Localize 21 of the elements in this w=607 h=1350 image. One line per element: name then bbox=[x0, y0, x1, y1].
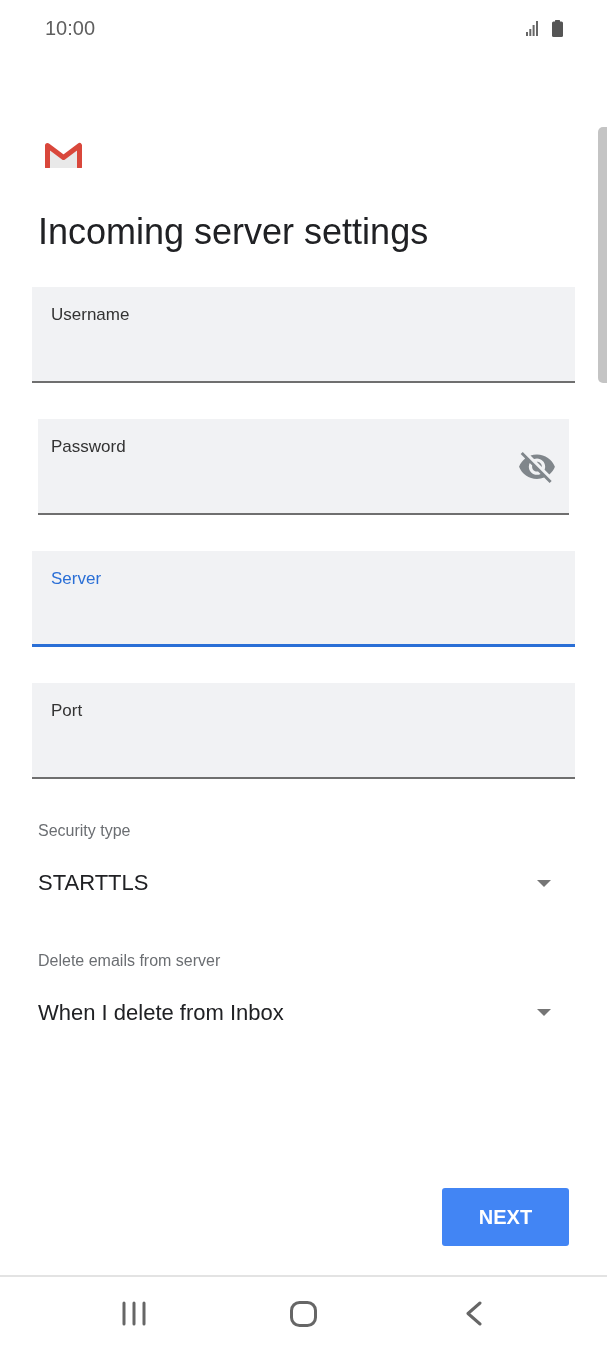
dropdown-label: Delete emails from server bbox=[38, 950, 221, 970]
caret-icon bbox=[537, 879, 551, 887]
scrollbar-thumb[interactable] bbox=[598, 127, 607, 383]
text-field[interactable]: Username bbox=[32, 287, 575, 384]
dropdown[interactable]: When I delete from Inbox bbox=[38, 999, 551, 1026]
home-icon[interactable] bbox=[290, 1300, 317, 1327]
next-button[interactable]: NEXT bbox=[442, 1188, 569, 1246]
text-field[interactable]: Port bbox=[32, 683, 575, 780]
battery-icon bbox=[552, 19, 563, 37]
dropdown-label: Security type bbox=[38, 821, 131, 841]
password-field[interactable]: Password bbox=[38, 419, 569, 516]
caret-icon bbox=[537, 1009, 551, 1017]
dropdown[interactable]: STARTTLS bbox=[38, 870, 551, 897]
recent-apps-icon[interactable] bbox=[121, 1301, 146, 1326]
status-time: 10:00 bbox=[45, 16, 96, 40]
back-icon[interactable] bbox=[465, 1301, 482, 1326]
text-field[interactable]: Server bbox=[32, 551, 575, 648]
eye-slash-icon[interactable] bbox=[519, 452, 555, 484]
signal-icon bbox=[526, 20, 538, 36]
page-title: Incoming server settings bbox=[38, 210, 429, 254]
envelope-logo-icon bbox=[45, 142, 82, 168]
